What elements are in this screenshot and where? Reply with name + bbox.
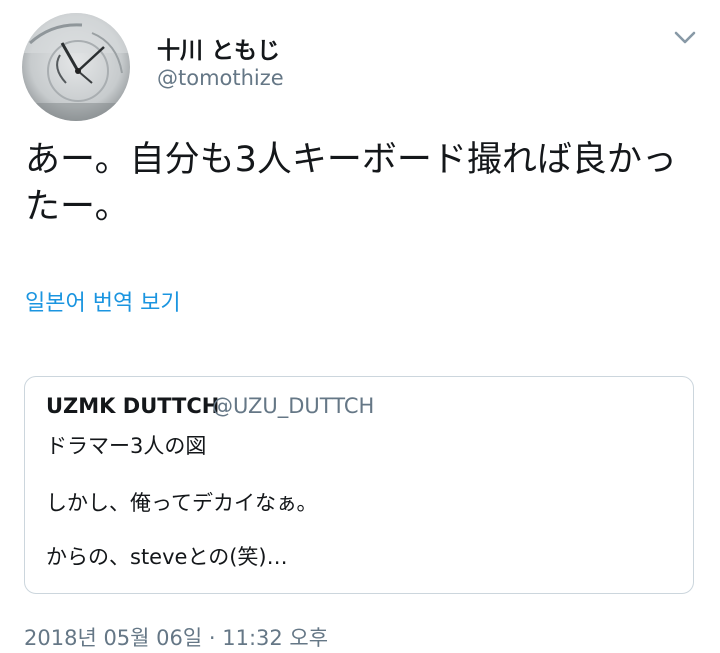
translate-link[interactable]: 일본어 번역 보기 <box>25 285 181 317</box>
quoted-handle: @UZU_DUTTCH <box>212 394 375 418</box>
quoted-text-line: しかし、俺ってデカイなぁ。 <box>46 491 318 515</box>
tweet-text: あー。自分も3人キーボード撮れば良かったー。 <box>25 140 677 227</box>
quoted-text-line: ドラマー3人の図 <box>46 434 207 458</box>
quoted-tweet-card[interactable]: UZMK DUTTCH @UZU_DUTTCH ドラマー3人の図 しかし、俺って… <box>24 376 694 594</box>
quoted-display-name: UZMK DUTTCH <box>46 394 220 418</box>
author-display-name[interactable]: 十川 ともじ <box>157 31 280 65</box>
quoted-text-line: からの、steveとの(笑)… <box>46 545 288 569</box>
tweet-timestamp[interactable]: 2018년 05월 06일 · 11:32 오후 <box>24 622 328 652</box>
chevron-down-icon[interactable] <box>672 24 698 50</box>
author-handle[interactable]: @tomothize <box>157 66 284 90</box>
clock-avatar-icon <box>22 13 130 121</box>
author-avatar[interactable] <box>22 13 130 121</box>
